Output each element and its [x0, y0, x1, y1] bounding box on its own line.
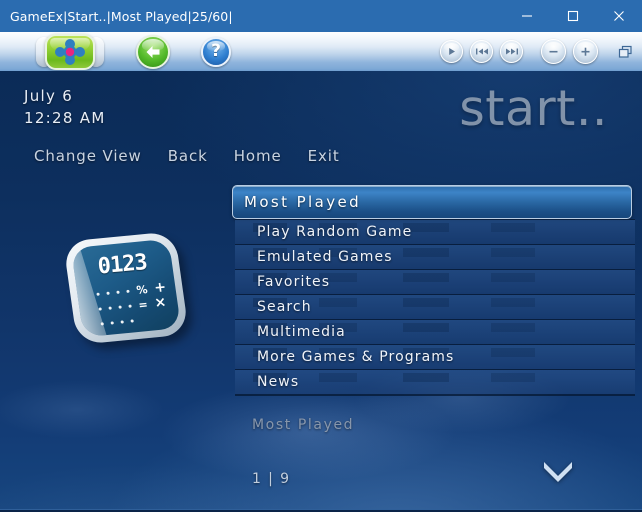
menu-item-label: Play Random Game	[257, 224, 413, 240]
calculator-shell: 0123 % + = ×	[62, 231, 190, 345]
back-arrow-icon	[146, 45, 160, 58]
calculator-key-dot	[96, 292, 100, 296]
calculator-key-dot	[108, 306, 112, 310]
page-title: start..	[459, 80, 608, 137]
calculator-key-dot	[126, 289, 130, 293]
calculator-key-dot	[130, 319, 134, 323]
equals-icon: =	[137, 298, 149, 312]
menu-list: Most Played Play Random Game Emulated Ga…	[232, 185, 635, 396]
toolbar-left-group: ?	[0, 32, 231, 71]
help-button[interactable]: ?	[201, 36, 231, 67]
toolbar-right-group	[440, 32, 634, 71]
volume-down-button[interactable]	[541, 39, 566, 64]
menu-item-favorites[interactable]: Favorites	[235, 269, 635, 294]
play-button[interactable]	[440, 40, 463, 63]
percent-icon: %	[135, 283, 149, 297]
previous-track-icon	[475, 48, 488, 55]
menu-item-play-random-game[interactable]: Play Random Game	[235, 219, 635, 244]
minus-icon	[549, 50, 558, 53]
next-track-button[interactable]	[500, 40, 523, 63]
menu-item-label: Emulated Games	[257, 249, 393, 265]
calculator-icon: 0123 % + = ×	[62, 226, 202, 356]
calculator-key-dot	[100, 322, 104, 326]
multiply-icon: ×	[153, 294, 168, 312]
calculator-face: 0123 % + = ×	[70, 238, 182, 338]
play-icon	[449, 48, 455, 55]
menu-item-most-played[interactable]: Most Played	[232, 185, 632, 219]
page-indicator: 1 | 9	[252, 471, 291, 487]
calculator-key-dot	[116, 290, 120, 294]
clock-time: 12:28 AM	[24, 109, 106, 127]
menu-item-label: Most Played	[244, 193, 362, 211]
menu-item-more-games-and-programs[interactable]: More Games & Programs	[235, 344, 635, 369]
menu-item-search[interactable]: Search	[235, 294, 635, 319]
nav-item-change-view[interactable]: Change View	[34, 147, 142, 165]
gameex-home-button[interactable]	[36, 34, 104, 70]
nav-item-home[interactable]: Home	[234, 147, 282, 165]
title-bar: GameEx|Start..|Most Played|25/60|	[0, 0, 642, 32]
back-button[interactable]	[136, 34, 170, 69]
menu-item-label: More Games & Programs	[257, 349, 455, 365]
current-selection-caption: Most Played	[252, 417, 355, 433]
nav-bar: Change View Back Home Exit	[34, 147, 340, 165]
previous-track-button[interactable]	[470, 40, 493, 63]
gameex-window: GameEx|Start..|Most Played|25/60| ? July…	[0, 0, 642, 512]
menu-item-emulated-games[interactable]: Emulated Games	[235, 244, 635, 269]
menu-item-label: Favorites	[257, 274, 331, 290]
volume-up-button[interactable]	[573, 39, 598, 64]
plus-icon: +	[153, 279, 168, 297]
plus-icon	[581, 47, 590, 56]
nav-item-back[interactable]: Back	[168, 147, 208, 165]
window-title: GameEx|Start..|Most Played|25/60|	[10, 8, 233, 24]
menu-item-multimedia[interactable]: Multimedia	[235, 319, 635, 344]
nav-item-exit[interactable]: Exit	[308, 147, 340, 165]
windowed-mode-button[interactable]	[616, 43, 634, 61]
calculator-key-dot	[106, 291, 110, 295]
flower-icon	[55, 39, 85, 65]
calculator-key-dot	[110, 321, 114, 325]
menu-list-bottom-divider	[235, 394, 635, 396]
calculator-display: 0123	[96, 249, 148, 280]
menu-item-news[interactable]: News	[235, 369, 635, 394]
toolbar: ?	[0, 32, 642, 71]
calculator-key-dot	[98, 307, 102, 311]
menu-item-label: Multimedia	[257, 324, 346, 340]
main-stage: July 6 12:28 AM start.. Change View Back…	[0, 71, 642, 512]
calculator-key-dot	[128, 304, 132, 308]
next-track-icon	[505, 48, 518, 55]
clock: July 6 12:28 AM	[24, 85, 106, 129]
question-mark-icon: ?	[211, 41, 221, 61]
calculator-key-dot	[118, 305, 122, 309]
chevron-down-icon[interactable]	[540, 457, 576, 483]
restore-window-icon	[618, 45, 632, 58]
clock-date: July 6	[24, 87, 74, 105]
menu-item-label: Search	[257, 299, 312, 315]
calculator-key-dot	[120, 320, 124, 324]
close-button[interactable]	[596, 0, 642, 32]
minimize-button[interactable]	[504, 0, 550, 32]
calculator-keys: % + = ×	[96, 279, 180, 331]
maximize-button[interactable]	[550, 0, 596, 32]
menu-item-label: News	[257, 374, 300, 390]
